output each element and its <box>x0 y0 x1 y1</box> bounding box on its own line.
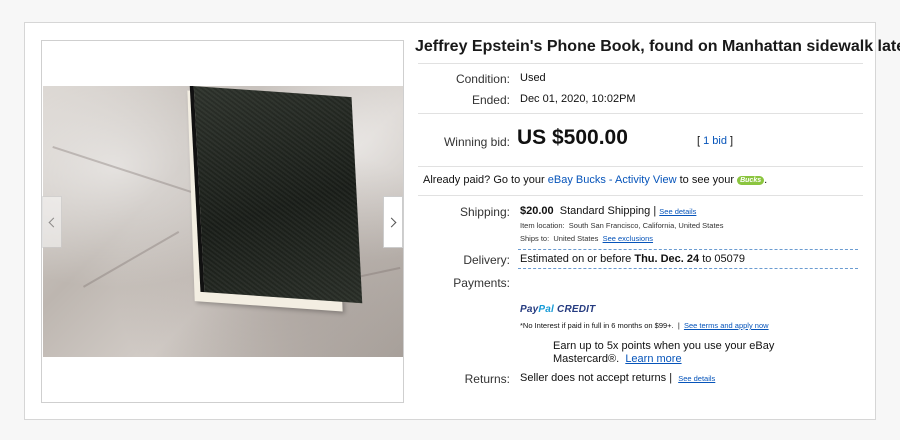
ships-to-label: Ships to: <box>520 234 550 243</box>
bid-count: [ 1 bid ] <box>697 135 733 147</box>
listing-title: Jeffrey Epstein's Phone Book, found on M… <box>415 38 900 55</box>
ships-to-value: United States <box>553 234 599 243</box>
shipping-method: Standard Shipping | <box>559 205 657 217</box>
next-image-button[interactable] <box>383 196 403 248</box>
winning-bid-label: Winning bid: <box>443 135 510 149</box>
shipping-amount: $20.00 <box>520 205 554 217</box>
see-terms-link[interactable]: See terms and apply now <box>684 321 769 330</box>
delivery-estimate: Estimated on or before Thu. Dec. 24 to 0… <box>520 253 745 265</box>
bucks-suffix: to see your <box>676 174 738 186</box>
returns-value: Seller does not accept returns | <box>520 372 673 384</box>
chevron-left-icon <box>48 217 59 227</box>
credit-text: *No Interest if paid in full in 6 months… <box>520 321 674 330</box>
divider <box>418 166 863 167</box>
image-gallery <box>41 40 404 403</box>
returns-policy: Seller does not accept returns | See det… <box>520 372 715 384</box>
delivery-date: Thu. Dec. 24 <box>634 253 700 265</box>
dashed-divider <box>518 268 858 269</box>
item-location-label: Item location: <box>520 221 565 230</box>
item-location-value: South San Francisco, California, United … <box>568 221 724 230</box>
divider <box>418 113 863 114</box>
returns-label: Returns: <box>464 372 510 386</box>
divider <box>418 63 863 64</box>
ended-label: Ended: <box>471 93 510 107</box>
learn-more-link[interactable]: Learn more <box>625 353 681 365</box>
paypal-logo-credit: CREDIT <box>557 304 596 315</box>
paypal-logo-pal: Pal <box>538 304 555 315</box>
dashed-divider <box>518 249 858 250</box>
ebay-bucks-logo: Bucks <box>737 176 765 185</box>
delivery-zip: to 05079 <box>699 253 746 265</box>
winning-bid-amount: US $500.00 <box>517 126 628 149</box>
paypal-credit-terms: *No Interest if paid in full in 6 months… <box>520 321 769 330</box>
item-photo[interactable] <box>43 86 403 357</box>
bid-bracket-close: ] <box>726 135 734 147</box>
book-cover <box>189 86 363 304</box>
mastercard-offer: Earn up to 5x points when you use your e… <box>553 340 858 366</box>
delivery-prefix: Estimated on or before <box>520 253 635 265</box>
chevron-right-icon <box>386 217 397 227</box>
bid-history-link[interactable]: 1 bid <box>703 135 727 147</box>
ships-to: Ships to: United States See exclusions <box>520 234 653 243</box>
shipping-details-link[interactable]: See details <box>659 207 696 216</box>
ebay-bucks-activity-link[interactable]: eBay Bucks - Activity View <box>548 174 677 186</box>
see-exclusions-link[interactable]: See exclusions <box>603 234 653 243</box>
condition-label: Condition: <box>455 72 510 86</box>
ebay-bucks-notice: Already paid? Go to your eBay Bucks - Ac… <box>423 174 767 186</box>
credit-separator: | <box>677 321 680 330</box>
shipping-label: Shipping: <box>459 205 510 219</box>
paypal-logo-pay: Pay <box>520 304 539 315</box>
returns-details-link[interactable]: See details <box>678 374 715 383</box>
divider <box>418 195 863 196</box>
condition-value: Used <box>520 72 546 84</box>
item-location: Item location: South San Francisco, Cali… <box>520 221 723 230</box>
bucks-end: . <box>764 174 768 186</box>
payments-label: Payments: <box>453 276 510 290</box>
paypal-credit-logo: PayPal CREDIT <box>520 304 595 315</box>
ended-value: Dec 01, 2020, 10:02PM <box>520 93 636 105</box>
shipping-summary: $20.00 Standard Shipping | See details <box>520 205 696 217</box>
delivery-label: Delivery: <box>463 253 510 267</box>
bucks-prefix: Already paid? Go to your <box>423 174 548 186</box>
previous-image-button[interactable] <box>42 196 62 248</box>
